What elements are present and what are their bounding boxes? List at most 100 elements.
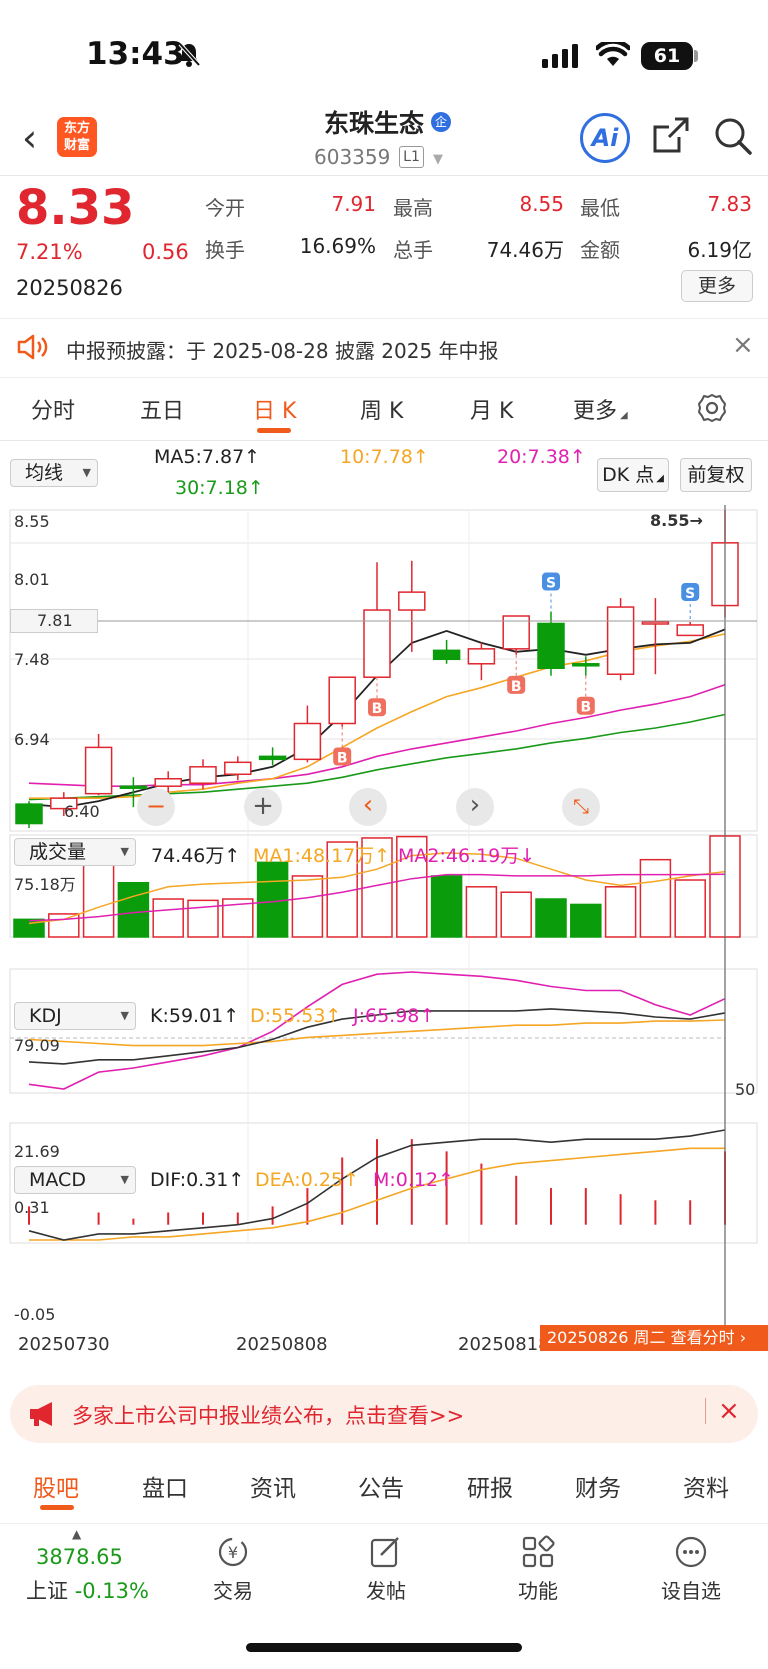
vol-ma2-value: MA2:46.19万↓ [398, 845, 536, 867]
wifi-icon [596, 42, 630, 66]
candle-body [189, 766, 217, 784]
notice-close-icon[interactable]: × [732, 330, 754, 360]
price-axis-top: 8.55 [14, 512, 50, 531]
volume-bar [465, 886, 498, 938]
ai-button[interactable]: Ai [580, 113, 630, 163]
candle-body [84, 746, 113, 795]
date-label-1: 20250730 [18, 1334, 110, 1355]
battery-indicator: 61 [641, 42, 693, 70]
macd-axis-bottom: -0.05 [14, 1305, 56, 1324]
tab-more-caret-icon: ◢ [620, 410, 628, 421]
dk-point-button[interactable]: DK 点 ◢ [597, 458, 669, 492]
stock-code[interactable]: 603359 [314, 145, 390, 169]
settings-gear-icon[interactable] [697, 393, 727, 423]
scroll-left-button[interactable]: ‹ [349, 788, 387, 826]
index-change: -0.13% [74, 1579, 149, 1603]
kline-chart[interactable]: B B B B S S [0, 505, 768, 1335]
code-dropdown-icon[interactable]: ▼ [433, 152, 443, 167]
kdj-selector[interactable]: KDJ ▼ [14, 1002, 136, 1030]
ma-selector-label: 均线 [25, 462, 64, 484]
ma-selector[interactable]: 均线 ▼ [10, 459, 98, 487]
volume-bar [674, 879, 706, 938]
macd-selector[interactable]: MACD ▼ [14, 1166, 136, 1194]
fullscreen-button[interactable]: ⤡ [562, 788, 600, 826]
tab-forum[interactable]: 股吧 [33, 1469, 79, 1503]
tab-more[interactable]: 更多 ◢ [573, 393, 628, 425]
share-icon[interactable] [651, 115, 691, 155]
last-price: 8.33 [16, 180, 135, 236]
kdj-selector-label: KDJ [29, 1005, 62, 1027]
volume-label: 总手 [393, 238, 433, 262]
zoom-in-button[interactable]: + [244, 788, 282, 826]
tab-news[interactable]: 资讯 [250, 1469, 296, 1503]
post-icon[interactable] [369, 1535, 403, 1569]
kdj-axis-top: 79.09 [14, 1036, 60, 1055]
volume-bar [256, 861, 289, 938]
signal-label-b: B [580, 700, 591, 716]
date-label-3: 20250818 [458, 1334, 550, 1355]
notice-text[interactable]: 中报预披露：于 2025-08-28 披露 2025 年中报 [66, 335, 499, 364]
tab-weekly-k[interactable]: 周 K [360, 393, 403, 425]
scroll-right-button[interactable]: › [456, 788, 494, 826]
macd-axis-top: 0.31 [14, 1198, 50, 1217]
volume-selector[interactable]: 成交量 ▼ [14, 838, 136, 866]
zoom-out-button[interactable]: − [137, 788, 175, 826]
volume-bar [570, 903, 602, 938]
tab-monthly-k[interactable]: 月 K [470, 393, 513, 425]
cursor-price-label: 7.81 [10, 609, 98, 633]
stock-name-text: 东珠生态 [323, 109, 424, 138]
macd-m-value: M:0.12↑ [373, 1169, 455, 1191]
ma-selector-caret-icon: ▼ [82, 466, 91, 479]
tab-profile[interactable]: 资料 [683, 1469, 729, 1503]
change-percent: 7.21% [16, 240, 83, 264]
tab-announcements[interactable]: 公告 [358, 1469, 404, 1503]
volume-selector-caret-icon: ▼ [120, 845, 129, 858]
pointer-banner-text: 20250826 周二 查看分时 [547, 1328, 735, 1347]
high-label: 最高 [393, 196, 433, 220]
tab-five-day[interactable]: 五日 [140, 393, 184, 425]
nav-add-watchlist[interactable]: 设自选 [646, 1575, 736, 1604]
candle-body [641, 621, 670, 625]
candle-body [293, 722, 322, 761]
signal-icon [542, 44, 578, 68]
functions-icon[interactable] [521, 1535, 555, 1569]
search-icon[interactable] [713, 116, 753, 156]
index-name-row[interactable]: 上证 -0.13% [26, 1575, 149, 1605]
nav-trade[interactable]: 交易 [188, 1575, 278, 1604]
amount-value: 6.19亿 [687, 238, 752, 262]
trade-icon[interactable]: ¥ [215, 1535, 251, 1569]
signal-label-b: B [337, 750, 348, 766]
index-value[interactable]: 3878.65 [36, 1545, 123, 1569]
kdj-d-value: D:55.53↑ [250, 1005, 342, 1027]
home-indicator [246, 1643, 522, 1652]
megaphone-icon [30, 1402, 52, 1426]
tab-intraday[interactable]: 分时 [31, 393, 75, 425]
volume-bar [82, 861, 115, 938]
tab-order-book[interactable]: 盘口 [142, 1469, 188, 1503]
speaker-icon [17, 334, 48, 360]
macd-dea-value: DEA:0.25↑ [255, 1169, 359, 1191]
tab-daily-k[interactable]: 日 K [253, 393, 296, 425]
pointer-date-banner[interactable]: 20250826 周二 查看分时 › [540, 1325, 768, 1351]
nav-functions[interactable]: 功能 [493, 1575, 583, 1604]
macd-selector-label: MACD [29, 1169, 86, 1191]
tab-finance[interactable]: 财务 [575, 1469, 621, 1503]
kdj-j-value: J:65.98↑ [353, 1005, 436, 1027]
ma30-value: 30:7.18↑ [175, 477, 264, 499]
volume-bar [604, 886, 637, 938]
promo-text[interactable]: 多家上市公司中报业绩公布，点击查看>> [72, 1400, 464, 1430]
nav-post[interactable]: 发帖 [341, 1575, 431, 1604]
turnover-label: 换手 [205, 238, 245, 262]
signal-label-b: B [511, 679, 522, 695]
adjust-button[interactable]: 前复权 [680, 458, 752, 492]
expand-caret-icon[interactable]: ▲ [72, 1527, 81, 1541]
tab-research[interactable]: 研报 [467, 1469, 513, 1503]
volume-value: 74.46万 [486, 238, 564, 262]
more-button[interactable]: 更多 [681, 270, 753, 302]
kdj-selector-caret-icon: ▼ [120, 1009, 129, 1022]
promo-close-icon[interactable]: × [718, 1396, 740, 1426]
status-time: 13:43 [86, 36, 185, 72]
watchlist-icon[interactable] [674, 1535, 708, 1569]
macd-selector-caret-icon: ▼ [120, 1173, 129, 1186]
candle-body [363, 609, 391, 678]
